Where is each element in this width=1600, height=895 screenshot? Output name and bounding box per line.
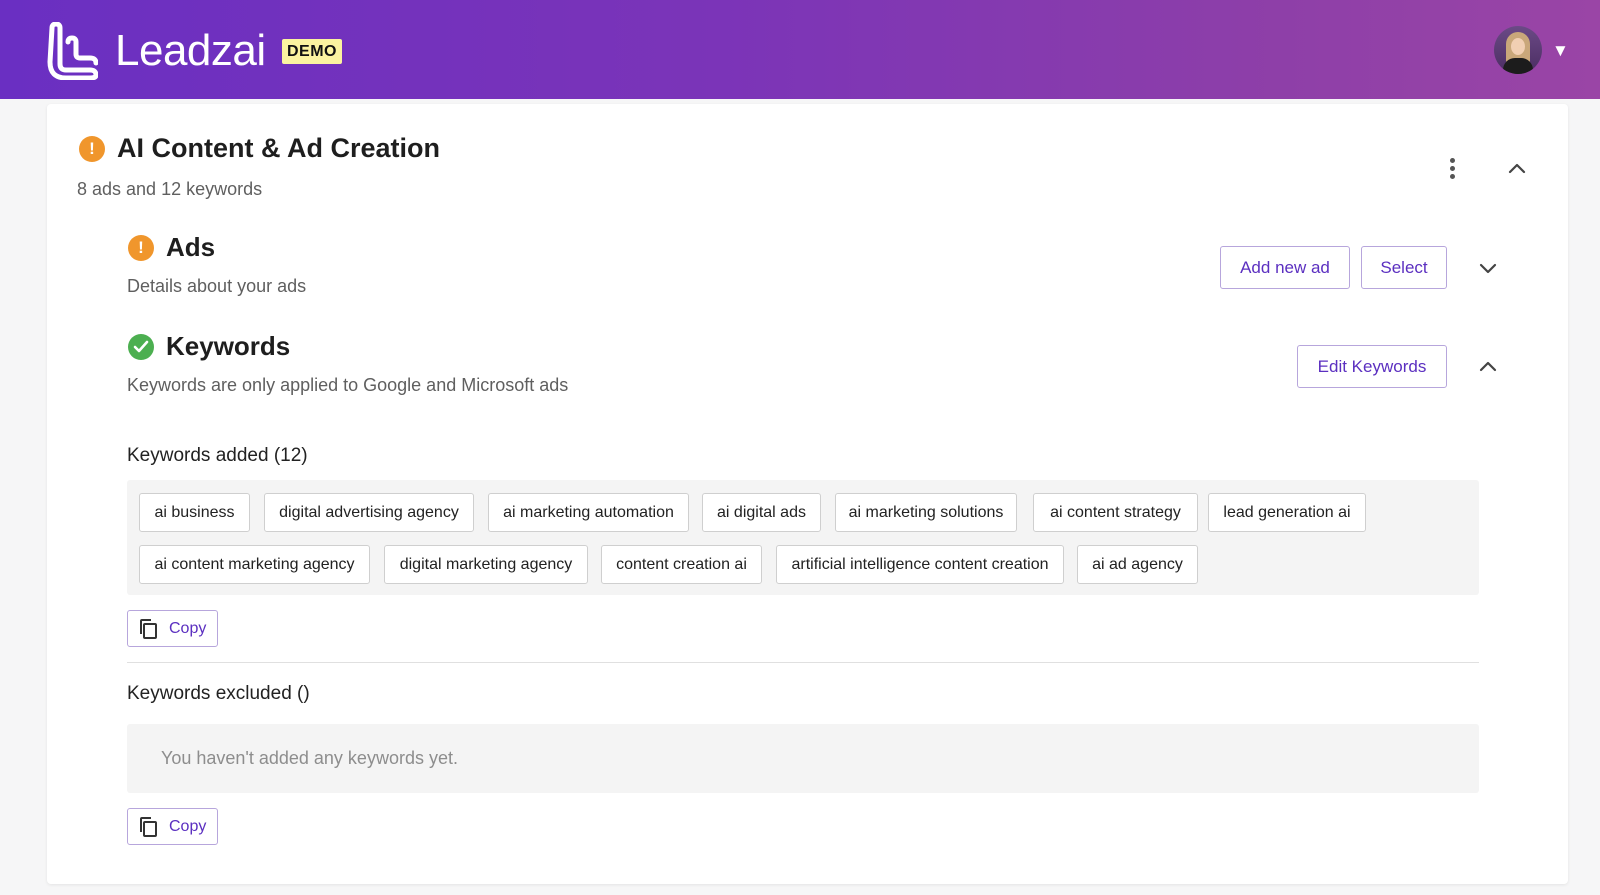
chevron-up-icon[interactable] — [1478, 360, 1498, 372]
ads-subtitle: Details about your ads — [127, 276, 307, 296]
check-circle-icon — [128, 334, 154, 360]
keyword-chip: ai marketing automation — [488, 493, 689, 532]
keywords-subtitle: Keywords are only applied to Google and … — [127, 375, 569, 395]
keyword-chip: ai content strategy — [1033, 493, 1198, 532]
campaign-title: AI Content & Ad Creation — [117, 133, 440, 163]
copy-excluded-keywords-button[interactable]: Copy — [127, 808, 218, 845]
keyword-chip: digital marketing agency — [384, 545, 588, 584]
keyword-chip: ai digital ads — [702, 493, 821, 532]
top-bar: Leadzai DEMO ▼ — [0, 0, 1600, 99]
copy-icon — [140, 817, 157, 837]
keyword-chip: ai marketing solutions — [835, 493, 1017, 532]
caret-down-icon[interactable]: ▼ — [1552, 41, 1569, 61]
keywords-excluded-title: Keywords excluded () — [127, 683, 310, 704]
keywords-added-title: Keywords added (12) — [127, 445, 308, 466]
avatar[interactable] — [1494, 26, 1542, 74]
copy-icon — [140, 619, 157, 639]
add-new-ad-button[interactable]: Add new ad — [1220, 246, 1350, 289]
empty-state-text: You haven't added any keywords yet. — [161, 748, 458, 768]
keyword-chip: ai content marketing agency — [139, 545, 370, 584]
chevron-up-icon[interactable] — [1507, 162, 1527, 174]
chevron-down-icon[interactable] — [1478, 262, 1498, 274]
leadzai-logo-icon — [47, 22, 98, 80]
keyword-chip: artificial intelligence content creation — [776, 545, 1064, 584]
campaign-subtitle: 8 ads and 12 keywords — [77, 179, 263, 199]
keywords-excluded-box: You haven't added any keywords yet. — [127, 724, 1479, 793]
keyword-chip: content creation ai — [601, 545, 762, 584]
copy-added-keywords-button[interactable]: Copy — [127, 610, 218, 647]
logo-text: Leadzai — [115, 26, 266, 75]
edit-keywords-button[interactable]: Edit Keywords — [1297, 345, 1447, 388]
warning-icon: ! — [79, 136, 105, 162]
divider — [127, 662, 1479, 663]
kebab-menu-icon[interactable] — [1450, 158, 1458, 180]
warning-icon: ! — [128, 235, 154, 261]
keywords-title: Keywords — [166, 331, 291, 361]
keyword-chip: ai business — [139, 493, 250, 532]
keyword-chip: digital advertising agency — [264, 493, 474, 532]
copy-label: Copy — [169, 620, 207, 637]
copy-label: Copy — [169, 818, 207, 835]
keyword-chip: lead generation ai — [1208, 493, 1366, 532]
ads-title: Ads — [166, 232, 216, 262]
demo-badge: DEMO — [282, 39, 342, 64]
select-button[interactable]: Select — [1361, 246, 1447, 289]
keyword-chip: ai ad agency — [1077, 545, 1198, 584]
